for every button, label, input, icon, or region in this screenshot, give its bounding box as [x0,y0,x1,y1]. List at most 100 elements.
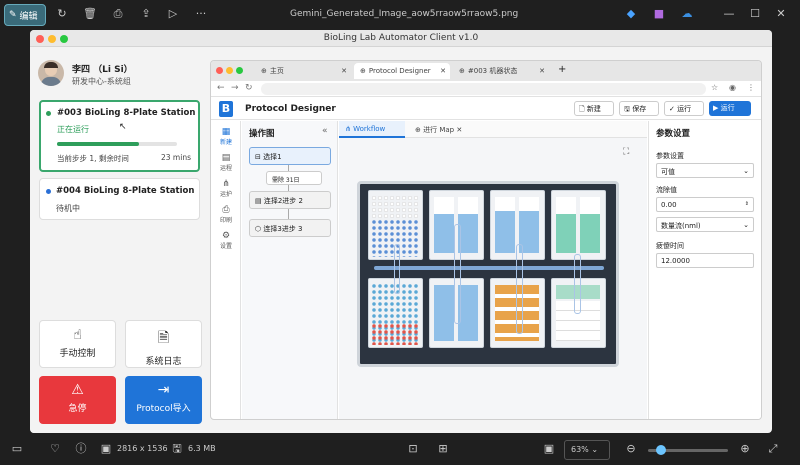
tab-label: #003 机器状态 [467,67,518,75]
edit-button[interactable]: ✎ 编辑 [4,4,46,26]
maximize-icon[interactable]: ☐ [748,7,762,21]
page-title: Protocol Designer [245,104,336,114]
menu-icon[interactable]: ⋮ [747,83,755,92]
tab-machine-status[interactable]: ⊕ #003 机器状态 ✕ [453,63,549,79]
station-status: 待机中 [56,204,80,213]
file-name: Gemini_Generated_Image_aow5rraow5rraow5.… [290,9,519,19]
viewer-toolbar: ✎ 编辑 ↻ 🗑 ⎙ ⇪ ▷ ··· Gemini_Generated_Imag… [0,0,800,30]
url-field[interactable] [261,83,706,95]
share-icon[interactable]: ⇪ [139,7,153,21]
zoom-slider[interactable] [648,445,728,455]
star-icon[interactable]: ☆ [711,83,718,92]
minimize-dot[interactable] [226,67,233,74]
app-titlebar: BioLing Lab Automator Client v1.0 [30,30,772,47]
zoom-select[interactable]: 63% ⌄ [564,440,610,460]
params-title: 参数设置 [656,129,691,139]
progress-track [57,142,177,146]
close-icon[interactable]: ✕ [774,7,788,21]
fullscreen-icon[interactable]: ⛶ [623,147,629,157]
designer-header: B Protocol Designer 🗋 新建 🖫 保存 ✓ 运行 ▶ 运行 [211,98,761,120]
zoom-in-icon[interactable]: ⊕ [738,442,752,456]
icon-sidebar: ▦ 新建 ▤ 运程 ⋔ 运护 ⎙ 印刷 ⚙ 设置 [211,121,241,419]
forward-icon[interactable]: → [231,83,239,93]
info-icon[interactable]: ⓘ [74,442,88,456]
sidebar-item-maintain[interactable]: ⋔ 运护 [215,179,237,198]
zoom-dot[interactable] [236,67,243,74]
emergency-stop-button[interactable]: ⚠ 急停 [39,376,116,424]
cloud-icon[interactable]: ☁ [680,7,694,21]
fit-icon[interactable]: ▣ [542,442,556,456]
dimensions: 2816 x 1536 [117,444,168,453]
app-icon-2[interactable]: ■ [652,7,666,21]
tab-close-icon[interactable]: ✕ [341,67,347,75]
station-name: #004 BioLing 8-Plate Station [56,186,195,196]
stepper-icon[interactable]: ⇕ [745,201,749,207]
param-number-2[interactable]: 0.00 ⇕ [656,197,754,212]
collapse-icon[interactable]: « [322,126,328,136]
param-select-3[interactable]: 数量流(nml) ⌄ [656,217,754,232]
system-log-button[interactable]: 🗎 系统日志 [125,320,202,368]
manual-control-button[interactable]: ☝ 手动控制 [39,320,116,368]
node-step-3[interactable]: ⬡ 连择3进步 3 [249,219,331,237]
zoom-out-icon[interactable]: ⊖ [624,442,638,456]
sidebar-item-run[interactable]: ▤ 运程 [215,153,237,172]
tab-home[interactable]: ⊕ 主页 ✕ [255,63,351,79]
warning-icon: ⚠ [71,382,84,398]
sidebar-item-print[interactable]: ⎙ 印刷 [215,205,237,224]
doc-icon: ▤ [221,153,231,163]
disk-icon: 🖫 [172,442,182,455]
status-dot [46,111,51,116]
save-button[interactable]: 🖫 保存 [619,101,659,116]
more-icon[interactable]: ··· [194,7,208,21]
tab-close-icon[interactable]: ✕ [539,67,545,75]
filmstrip-icon[interactable]: ▭ [10,442,24,456]
profile-icon[interactable]: ◉ [729,83,736,92]
param-select-1[interactable]: 可值 ⌄ [656,163,754,178]
cursor-icon: ↖ [119,122,127,132]
sidebar-item-new[interactable]: ▦ 新建 [215,127,237,146]
check-run-button[interactable]: ✓ 运行 [664,101,704,116]
new-button[interactable]: 🗋 新建 [574,101,614,116]
node-select-1[interactable]: ⊟ 选择1 [249,147,331,165]
new-tab-icon[interactable]: + [558,64,566,75]
system-log-label: 系统日志 [145,357,182,367]
crop-icon[interactable]: ⊡ [406,442,420,456]
zoom-thumb[interactable] [656,445,666,455]
app-icon-1[interactable]: ◆ [624,7,638,21]
rotate-icon[interactable]: ↻ [55,7,69,21]
param-input-4[interactable]: 12.0000 [656,253,754,268]
station-card-004[interactable]: #004 BioLing 8-Plate Station 待机中 [39,178,200,220]
field-value: 0.00 [661,201,677,209]
zoom-value: 63% [571,445,589,454]
close-dot[interactable] [216,67,223,74]
hand-icon: ☝ [73,327,82,343]
logo-icon: B [219,101,233,117]
run-button[interactable]: ▶ 运行 [709,101,751,116]
sidebar-item-settings[interactable]: ⚙ 设置 [215,231,237,250]
tab-workflow[interactable]: ⋔ Workflow [339,121,405,138]
browser-addressbar: ← → ↻ ☆ ◉ ⋮ [211,81,761,97]
back-icon[interactable]: ← [217,83,225,93]
globe-icon: ⊕ [360,67,366,75]
node-wait[interactable]: 需除 31日 [266,171,322,185]
pipette [516,244,523,334]
plate-4[interactable] [551,190,606,260]
text-select-icon[interactable]: ⊞ [436,442,450,456]
heart-icon[interactable]: ♡ [48,442,62,456]
print-icon[interactable]: ⎙ [111,7,125,21]
viewer-statusbar: ▭ ♡ ⓘ ▣ 2816 x 1536 🖫 6.3 MB ⊡ ⊞ ▣ 63% ⌄… [0,435,800,465]
tab-run-map[interactable]: ⊕ 进行 Map ✕ [409,121,479,138]
node-step-2[interactable]: ▤ 连择2进步 2 [249,191,331,209]
field-value: 可值 [661,168,675,176]
slideshow-icon[interactable]: ▷ [166,7,180,21]
minimize-icon[interactable]: — [722,7,736,21]
reload-icon[interactable]: ↻ [245,83,253,93]
protocol-import-button[interactable]: ⇥ Protocol导入 [125,376,202,424]
fullscreen-icon[interactable]: ⤢ [766,442,780,456]
tab-protocol-designer[interactable]: ⊕ Protocol Designer ✕ [354,63,450,79]
tab-close-icon[interactable]: ✕ [440,67,446,75]
plate-station[interactable] [357,181,619,367]
delete-icon[interactable]: 🗑 [83,7,97,21]
image-icon: ▣ [100,442,112,455]
station-card-003[interactable]: #003 BioLing 8-Plate Station 正在运行 ↖ 当前步步… [39,100,200,172]
